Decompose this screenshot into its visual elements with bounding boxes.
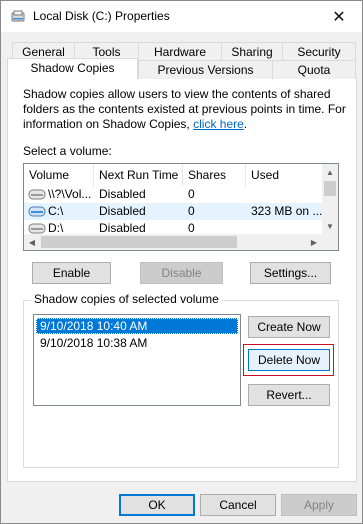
drive-gray-icon	[28, 189, 46, 200]
volume-row-selected[interactable]: C:\ Disabled 0 323 MB on ...	[24, 203, 324, 220]
horizontal-scrollbar[interactable]: ◀ ▶	[24, 234, 338, 250]
shadow-copies-list[interactable]: 9/10/2018 10:40 AM 9/10/2018 10:38 AM	[33, 314, 241, 406]
tab-sharing[interactable]: Sharing	[221, 42, 283, 61]
volume-used	[251, 186, 324, 203]
drive-gray-icon	[28, 223, 46, 234]
close-icon: ✕	[332, 8, 346, 26]
tab-hardware[interactable]: Hardware	[138, 42, 222, 61]
column-used[interactable]: Used	[246, 164, 326, 186]
tab-quota[interactable]: Quota	[272, 60, 356, 79]
column-volume[interactable]: Volume	[24, 164, 94, 186]
click-here-link[interactable]: click here	[193, 117, 244, 131]
column-shares[interactable]: Shares	[183, 164, 246, 186]
cancel-button[interactable]: Cancel	[200, 494, 276, 516]
ok-button[interactable]: OK	[119, 494, 195, 516]
column-next-run-time[interactable]: Next Run Time	[94, 164, 183, 186]
scroll-right-icon[interactable]: ▶	[306, 234, 322, 250]
vertical-scroll-thumb[interactable]	[324, 181, 336, 196]
create-now-button[interactable]: Create Now	[248, 316, 330, 338]
volume-name: C:\	[48, 204, 64, 218]
drive-system-icon	[28, 206, 46, 217]
horizontal-scroll-thumb[interactable]	[41, 236, 237, 248]
scroll-up-icon[interactable]: ▲	[322, 164, 338, 180]
window-title: Local Disk (C:) Properties	[33, 9, 170, 23]
delete-now-button[interactable]: Delete Now	[248, 349, 330, 371]
shadow-copy-item-selected[interactable]: 9/10/2018 10:40 AM	[36, 318, 238, 334]
apply-button[interactable]: Apply	[281, 494, 357, 516]
volume-next-run: Disabled	[99, 187, 146, 201]
close-button[interactable]: ✕	[316, 1, 362, 32]
shadow-copy-item[interactable]: 9/10/2018 10:38 AM	[36, 335, 238, 351]
volume-name: \\?\Vol...	[48, 187, 92, 201]
tab-security[interactable]: Security	[282, 42, 356, 61]
settings-button[interactable]: Settings...	[250, 262, 331, 284]
revert-button[interactable]: Revert...	[248, 384, 330, 406]
scroll-left-icon[interactable]: ◀	[24, 234, 40, 250]
tab-shadow-copies[interactable]: Shadow Copies	[7, 58, 138, 79]
disable-button[interactable]: Disable	[140, 262, 223, 284]
properties-dialog: Local Disk (C:) Properties ✕ General Too…	[0, 0, 363, 524]
description-text: Shadow copies allow users to view the co…	[23, 87, 346, 131]
volume-list[interactable]: Volume Next Run Time Shares Used \\?\Vol…	[23, 163, 339, 251]
shadow-copies-group-title: Shadow copies of selected volume	[31, 292, 222, 306]
description: Shadow copies allow users to view the co…	[23, 87, 353, 132]
scrollbar-corner	[322, 234, 338, 250]
volume-used: 323 MB on ...	[251, 204, 323, 218]
volume-next-run: Disabled	[99, 204, 146, 218]
volume-shares: 0	[188, 187, 195, 201]
description-end: .	[243, 117, 248, 131]
drive-icon	[11, 10, 25, 22]
tab-previous-versions[interactable]: Previous Versions	[138, 60, 273, 79]
vertical-scrollbar[interactable]: ▲ ▼	[322, 164, 338, 234]
volume-shares: 0	[188, 204, 195, 218]
select-volume-label: Select a volume:	[23, 144, 112, 158]
volume-row[interactable]: \\?\Vol... Disabled 0	[24, 186, 324, 203]
volume-list-header: Volume Next Run Time Shares Used	[24, 164, 324, 186]
scroll-down-icon[interactable]: ▼	[322, 218, 338, 234]
enable-button[interactable]: Enable	[32, 262, 111, 284]
title-bar: Local Disk (C:) Properties ✕	[1, 1, 362, 32]
